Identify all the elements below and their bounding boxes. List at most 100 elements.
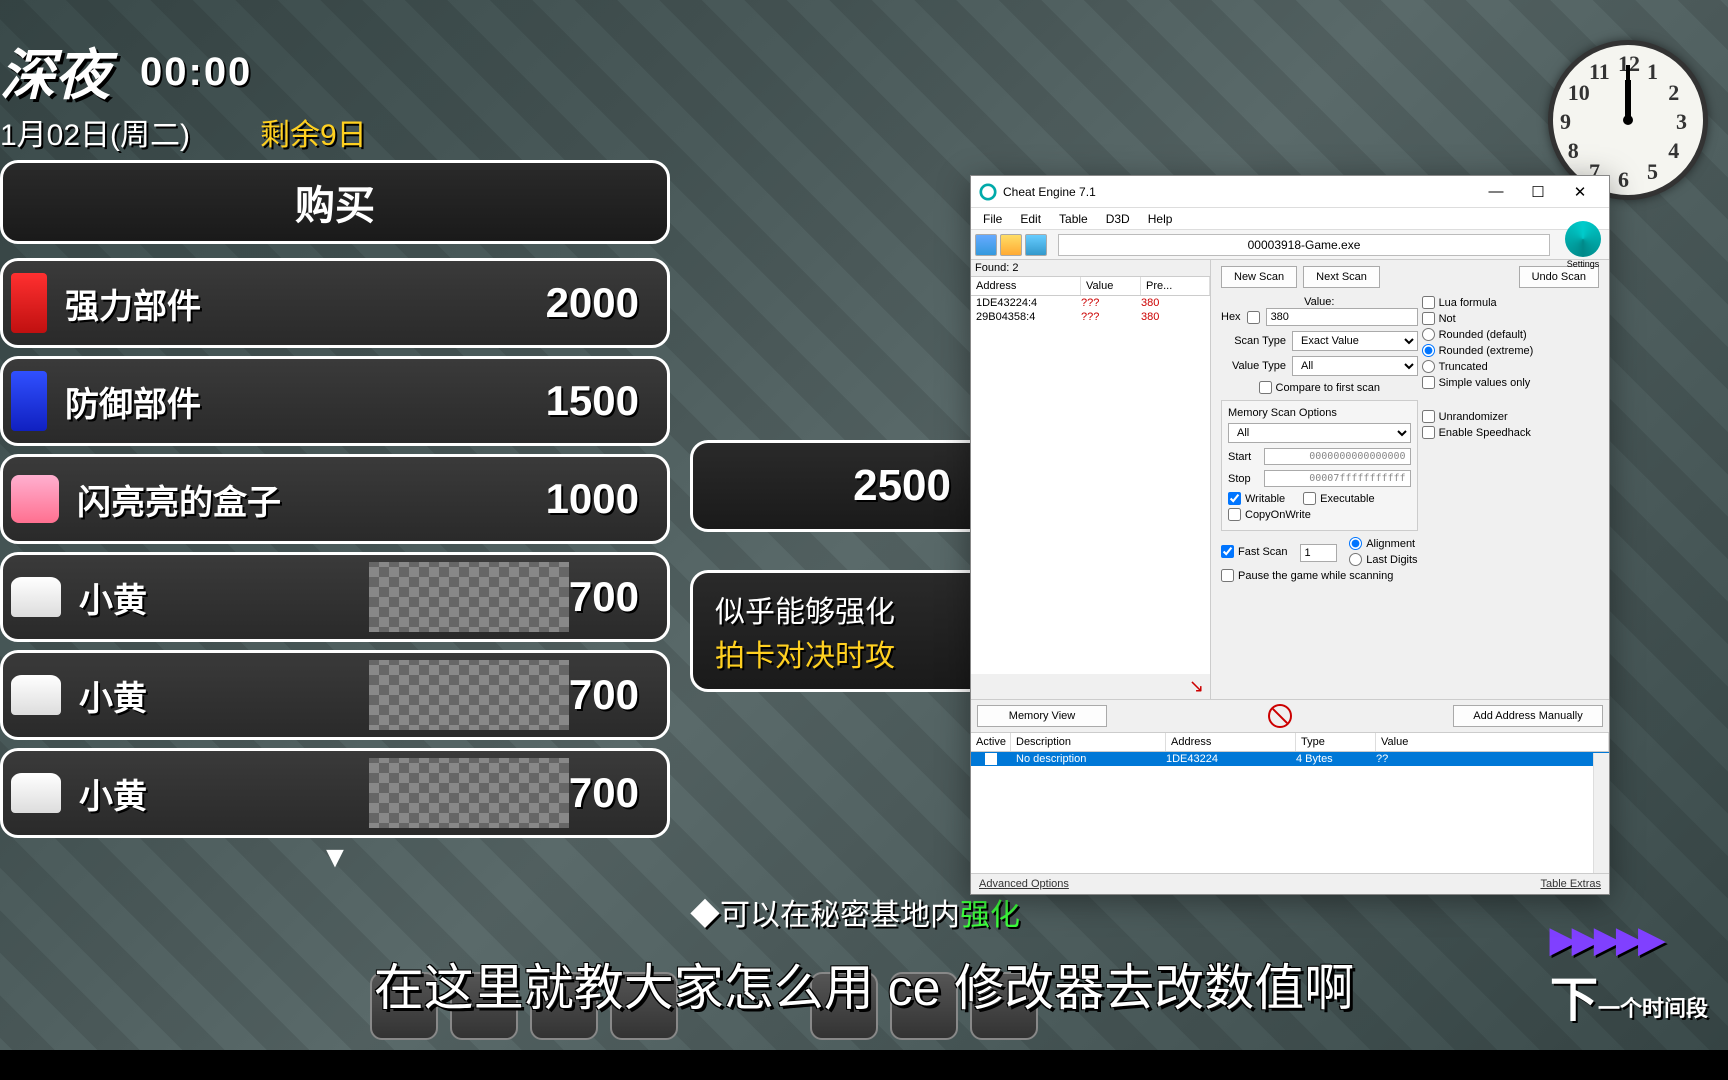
col-value[interactable]: Value [1081,277,1141,295]
advanced-options-link[interactable]: Advanced Options [979,878,1069,890]
toolbar: 00003918-Game.exe Settings [971,230,1609,260]
item-description: 似乎能够强化 拍卡对决时攻 [690,570,1010,692]
selected-price: 2500 [690,440,990,532]
compare-first-checkbox[interactable] [1259,381,1272,394]
stop-input[interactable] [1264,470,1411,487]
shop-item[interactable]: 强力部件 2000 [0,258,670,348]
shop-panel: 购买 强力部件 2000 防御部件 1500 闪亮亮的盒子 1000 小黄 70… [0,160,670,875]
address-table[interactable]: Active Description Address Type Value No… [971,733,1609,873]
menu-help[interactable]: Help [1140,210,1181,228]
power-part-icon [11,273,47,333]
video-subtitle: 在这里就教大家怎么用 ce 修改器去改数值啊 [374,948,1355,1020]
add-to-list-arrow-icon[interactable]: ↘ [1183,674,1210,699]
time-skip-button[interactable]: ▶▶▶▶▶ 下一个时间段 [1550,920,1708,1030]
scrollbar[interactable] [1593,753,1609,873]
executable-checkbox[interactable] [1303,492,1316,505]
rounded-default-radio[interactable] [1422,328,1435,341]
add-address-button[interactable]: Add Address Manually [1453,705,1603,727]
shop-item-price: 700 [569,671,639,719]
new-scan-button[interactable]: New Scan [1221,266,1297,288]
results-panel: Found: 2 Address Value Pre... 1DE43224:4… [971,260,1211,699]
scroll-down-arrow[interactable]: ▼ [0,841,670,875]
shop-item-name: 小黄 [79,769,349,818]
shop-item[interactable]: 小黄 700 [0,748,670,838]
shop-item-name: 防御部件 [65,377,546,426]
settings-label[interactable]: Settings [1561,259,1605,269]
shop-item-name: 小黄 [79,573,349,622]
item-icon [11,773,61,813]
hud-date: 1月02日(周二) [0,110,190,154]
unrandomizer-checkbox[interactable] [1422,410,1435,423]
result-row[interactable]: 29B04358:4 ??? 380 [971,310,1210,324]
not-checkbox[interactable] [1422,312,1435,325]
settings-icon[interactable] [1565,221,1601,257]
value-input[interactable] [1266,308,1418,326]
col-address[interactable]: Address [971,277,1081,295]
col-address[interactable]: Address [1166,733,1296,751]
shop-item-name: 强力部件 [65,279,546,328]
hint-text: ◆可以在秘密基地内强化 [690,890,1020,934]
col-previous[interactable]: Pre... [1141,277,1210,295]
last-digits-radio[interactable] [1349,553,1362,566]
value-type-label: Value Type [1221,360,1286,372]
menu-table[interactable]: Table [1051,210,1096,228]
menu-d3d[interactable]: D3D [1098,210,1138,228]
desc-line-2: 拍卡对决时攻 [715,631,985,675]
hud-remaining-days: 剩余9日 [260,110,367,154]
active-checkbox[interactable] [985,753,997,765]
window-titlebar[interactable]: Cheat Engine 7.1 — ☐ ✕ [971,176,1609,208]
window-title: Cheat Engine 7.1 [1003,185,1475,199]
scan-options-panel: New Scan Next Scan Undo Scan Value: Hex … [1211,260,1609,699]
col-value[interactable]: Value [1376,733,1609,751]
process-name: 00003918-Game.exe [1058,234,1550,256]
process-select-icon[interactable] [975,234,997,256]
found-count: Found: 2 [971,260,1210,277]
chevron-right-icon: ▶▶▶▶▶ [1550,920,1708,960]
shop-item[interactable]: 防御部件 1500 [0,356,670,446]
shop-item[interactable]: 小黄 700 [0,552,670,642]
close-button[interactable]: ✕ [1559,178,1601,206]
simple-checkbox[interactable] [1422,376,1435,389]
hex-label: Hex [1221,311,1241,323]
shop-title: 购买 [0,160,670,244]
hex-checkbox[interactable] [1247,311,1260,324]
results-list[interactable]: 1DE43224:4 ??? 380 29B04358:4 ??? 380 [971,296,1210,674]
pause-checkbox[interactable] [1221,569,1234,582]
speedhack-checkbox[interactable] [1422,426,1435,439]
alignment-radio[interactable] [1349,537,1362,550]
memory-view-button[interactable]: Memory View [977,705,1107,727]
shop-item[interactable]: 小黄 700 [0,650,670,740]
maximize-button[interactable]: ☐ [1517,178,1559,206]
mem-option-select[interactable]: All [1228,423,1411,443]
scan-type-label: Scan Type [1221,335,1286,347]
item-icon [11,675,61,715]
col-description[interactable]: Description [1011,733,1166,751]
start-input[interactable] [1264,448,1411,465]
col-active[interactable]: Active [971,733,1011,751]
fast-scan-value[interactable] [1300,544,1338,562]
stop-icon[interactable] [1268,704,1292,728]
address-row[interactable]: No description 1DE43224 4 Bytes ?? [971,752,1609,766]
shop-item[interactable]: 闪亮亮的盒子 1000 [0,454,670,544]
menu-file[interactable]: File [975,210,1010,228]
save-icon[interactable] [1025,234,1047,256]
next-scan-button[interactable]: Next Scan [1303,266,1380,288]
result-row[interactable]: 1DE43224:4 ??? 380 [971,296,1210,310]
table-extras-link[interactable]: Table Extras [1540,878,1601,890]
scan-type-select[interactable]: Exact Value [1292,331,1418,351]
open-icon[interactable] [1000,234,1022,256]
menu-edit[interactable]: Edit [1012,210,1049,228]
shop-item-price: 1500 [546,377,639,425]
item-icon [11,577,61,617]
menu-bar: File Edit Table D3D Help [971,208,1609,230]
rounded-extreme-radio[interactable] [1422,344,1435,357]
cow-checkbox[interactable] [1228,508,1241,521]
col-type[interactable]: Type [1296,733,1376,751]
truncated-radio[interactable] [1422,360,1435,373]
value-type-select[interactable]: All [1292,356,1418,376]
fast-scan-checkbox[interactable] [1221,545,1234,558]
lua-checkbox[interactable] [1422,296,1435,309]
writable-checkbox[interactable] [1228,492,1241,505]
undo-scan-button[interactable]: Undo Scan [1519,266,1599,288]
minimize-button[interactable]: — [1475,178,1517,206]
